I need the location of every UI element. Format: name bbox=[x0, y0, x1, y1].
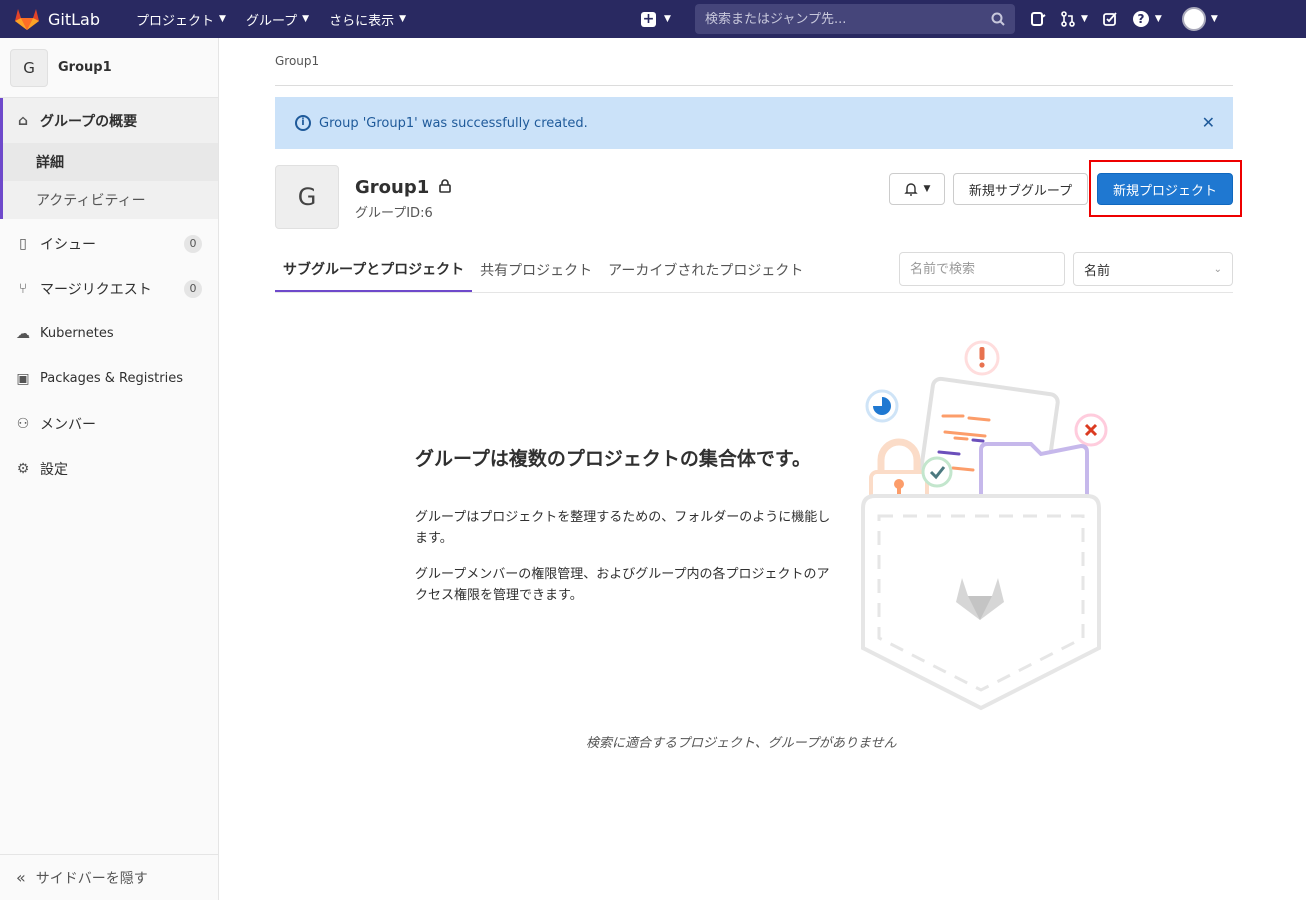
user-avatar bbox=[1181, 7, 1206, 31]
sidebar-item-label: マージリクエスト bbox=[40, 281, 152, 298]
mr-count-badge: 0 bbox=[184, 279, 202, 298]
empty-state-illustration bbox=[861, 340, 1108, 711]
sidebar-overview-section: ⌂ グループの概要 詳細 アクティビティー bbox=[0, 98, 218, 219]
issues-icon: ▯ bbox=[19, 235, 27, 252]
filter-by-name-input[interactable] bbox=[899, 252, 1065, 286]
chevron-down-icon: ▼ bbox=[1210, 14, 1218, 24]
merge-request-icon bbox=[1061, 11, 1075, 27]
sidebar-item-settings[interactable]: ⚙ 設定 bbox=[0, 446, 218, 491]
issues-icon bbox=[1031, 12, 1046, 26]
top-nav-menu: プロジェクト ▼ グループ ▼ さらに表示 ▼ bbox=[126, 0, 416, 38]
package-icon: ▣ bbox=[16, 370, 30, 387]
help-menu[interactable]: ? ▼ bbox=[1132, 10, 1162, 28]
sort-dropdown[interactable]: 名前 ⌄ bbox=[1073, 252, 1233, 286]
new-dropdown-button[interactable]: + ▼ bbox=[641, 7, 671, 31]
merge-requests-shortcut[interactable]: ▼ bbox=[1060, 11, 1088, 27]
sidebar-item-overview[interactable]: ⌂ グループの概要 bbox=[3, 98, 218, 143]
flash-alert: i Group 'Group1' was successfully create… bbox=[275, 97, 1233, 149]
plus-icon: + bbox=[641, 10, 656, 27]
group-name: Group1 bbox=[355, 177, 430, 198]
nav-groups-label: グループ bbox=[245, 13, 298, 29]
lock-icon bbox=[439, 178, 452, 197]
empty-state-description-2: グループメンバーの権限管理、およびグループ内の各プロジェクトのアクセス権限を管理… bbox=[415, 567, 830, 603]
nav-groups[interactable]: グループ ▼ bbox=[236, 0, 319, 38]
sidebar-item-details[interactable]: 詳細 bbox=[3, 143, 218, 181]
settings-icon: ⚙ bbox=[16, 460, 30, 477]
nav-more[interactable]: さらに表示 ▼ bbox=[319, 0, 416, 38]
sidebar-item-label: Kubernetes bbox=[40, 326, 114, 341]
sidebar-item-label: イシュー bbox=[40, 236, 96, 253]
merge-request-icon: ⑂ bbox=[18, 280, 28, 297]
tabs-divider bbox=[275, 292, 1233, 293]
breadcrumb-divider bbox=[275, 85, 1233, 86]
group-id: グループID:6 bbox=[355, 206, 433, 221]
breadcrumb[interactable]: Group1 bbox=[275, 54, 319, 68]
chevron-down-icon: ▼ bbox=[664, 14, 671, 24]
home-icon: ⌂ bbox=[17, 112, 29, 129]
sidebar-header[interactable]: G Group1 bbox=[0, 38, 218, 98]
sidebar-item-issues[interactable]: ▯ イシュー 0 bbox=[0, 221, 218, 266]
issues-shortcut[interactable] bbox=[1030, 11, 1046, 27]
sidebar-item-label: メンバー bbox=[40, 416, 96, 433]
chevron-down-icon: ▼ bbox=[219, 14, 226, 24]
alert-message: Group 'Group1' was successfully created. bbox=[319, 115, 588, 131]
chevron-down-icon: ▼ bbox=[399, 14, 407, 24]
group-avatar: G bbox=[275, 165, 339, 229]
info-icon: i bbox=[295, 115, 311, 131]
tanuki-icon bbox=[15, 9, 39, 30]
todos-shortcut[interactable] bbox=[1102, 11, 1118, 27]
nav-projects-label: プロジェクト bbox=[136, 13, 215, 29]
bell-icon bbox=[903, 183, 918, 196]
search-icon bbox=[991, 12, 1005, 26]
sidebar-collapse-button[interactable]: « サイドバーを隠す bbox=[0, 854, 219, 900]
sidebar-group-name: Group1 bbox=[58, 60, 112, 75]
todo-icon bbox=[1103, 12, 1117, 26]
no-results-message: 検索に適合するプロジェクト、グループがありません bbox=[586, 736, 897, 751]
tab-archived-projects[interactable]: アーカイブされたプロジェクト bbox=[600, 248, 811, 292]
kubernetes-icon: ☁ bbox=[16, 325, 30, 342]
sidebar-item-merge-requests[interactable]: ⑂ マージリクエスト 0 bbox=[0, 266, 218, 311]
sidebar: G Group1 ⌂ グループの概要 詳細 アクティビティー ▯ イシュー 0 … bbox=[0, 38, 219, 900]
chevron-down-icon: ▼ bbox=[923, 184, 931, 194]
sidebar-item-kubernetes[interactable]: ☁ Kubernetes bbox=[0, 311, 218, 356]
sidebar-item-label: グループの概要 bbox=[40, 113, 138, 130]
empty-state-title: グループは複数のプロジェクトの集合体です。 bbox=[415, 448, 811, 470]
chevron-down-icon: ⌄ bbox=[1213, 263, 1222, 275]
sidebar-item-activity[interactable]: アクティビティー bbox=[3, 181, 218, 219]
top-navbar: GitLab プロジェクト▼ グループ▼ さらに表示▼ + ▼ ▼ ?▼ ▼ bbox=[0, 0, 1306, 38]
svg-text:?: ? bbox=[1137, 12, 1144, 26]
top-icons: ▼ ? ▼ ▼ bbox=[1030, 0, 1232, 38]
brand-name: GitLab bbox=[48, 9, 100, 29]
sidebar-item-label: 設定 bbox=[40, 461, 68, 478]
search-box[interactable] bbox=[695, 4, 1015, 34]
tab-shared-projects[interactable]: 共有プロジェクト bbox=[472, 248, 600, 292]
collapse-label: サイドバーを隠す bbox=[35, 870, 148, 887]
chevron-down-icon: ▼ bbox=[302, 14, 310, 24]
sidebar-group-avatar: G bbox=[10, 48, 48, 87]
nav-more-label: さらに表示 bbox=[329, 13, 395, 29]
help-icon: ? bbox=[1132, 11, 1149, 27]
chevron-down-icon: ▼ bbox=[1154, 14, 1162, 24]
user-menu[interactable]: ▼ bbox=[1176, 7, 1218, 31]
chevron-down-icon: ▼ bbox=[1081, 14, 1088, 24]
tab-subgroups-projects[interactable]: サブグループとプロジェクト bbox=[275, 248, 473, 292]
sidebar-item-members[interactable]: ⚇ メンバー bbox=[0, 401, 218, 446]
gitlab-logo[interactable]: GitLab bbox=[14, 7, 114, 31]
nav-projects[interactable]: プロジェクト ▼ bbox=[126, 0, 236, 38]
new-subgroup-button[interactable]: 新規サブグループ bbox=[953, 173, 1088, 205]
double-chevron-left-icon: « bbox=[16, 868, 26, 887]
sidebar-item-label: Packages & Registries bbox=[40, 371, 183, 386]
highlight-box bbox=[1089, 160, 1242, 217]
sidebar-item-packages[interactable]: ▣ Packages & Registries bbox=[0, 356, 218, 401]
sort-value: 名前 bbox=[1084, 263, 1111, 279]
group-title: Group1 bbox=[355, 177, 452, 198]
notification-button[interactable]: ▼ bbox=[889, 173, 945, 205]
search-input[interactable] bbox=[705, 11, 991, 27]
members-icon: ⚇ bbox=[16, 415, 30, 432]
close-icon[interactable]: ✕ bbox=[1202, 113, 1215, 132]
issues-count-badge: 0 bbox=[184, 234, 202, 253]
empty-state-description-1: グループはプロジェクトを整理するための、フォルダーのように機能します。 bbox=[415, 510, 831, 546]
group-tabs: サブグループとプロジェクト 共有プロジェクト アーカイブされたプロジェクト bbox=[275, 248, 811, 292]
